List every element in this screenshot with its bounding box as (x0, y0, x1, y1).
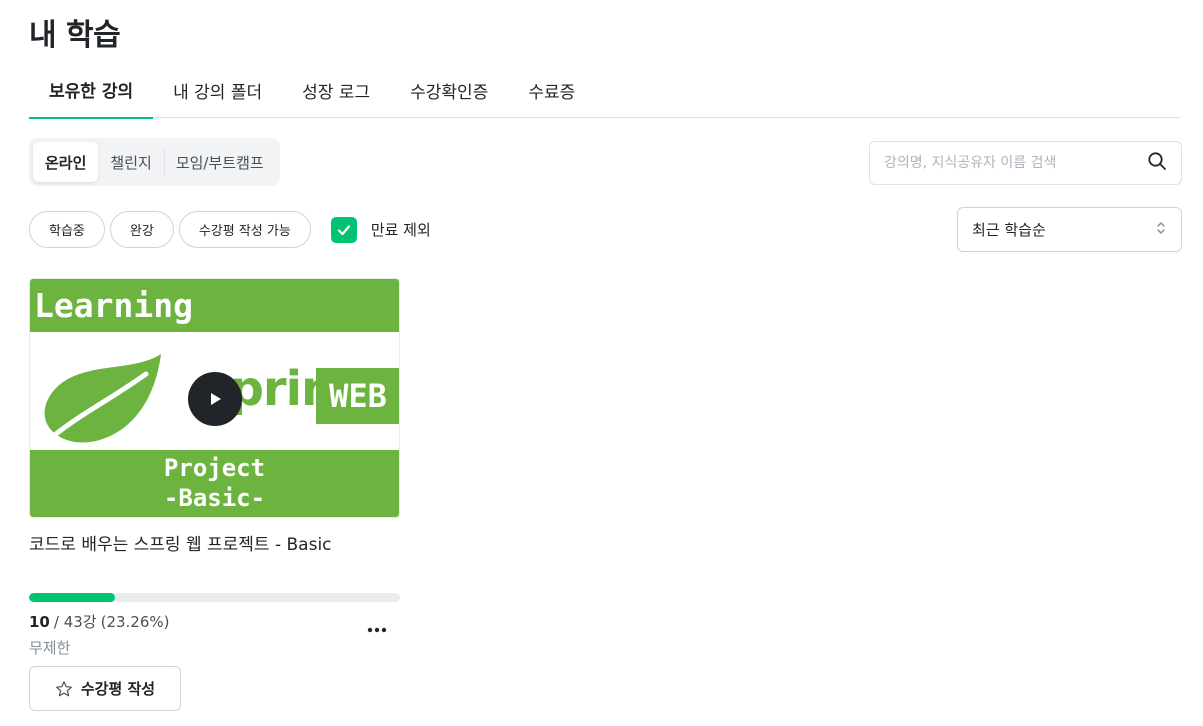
tab-growth-log[interactable]: 성장 로그 (282, 62, 390, 118)
access-period: 무제한 (29, 639, 71, 657)
write-review-button[interactable]: 수강평 작성 (29, 666, 181, 711)
check-icon (337, 224, 350, 235)
star-icon (55, 680, 72, 696)
completed-count: 10 (29, 613, 50, 631)
tab-course-folder[interactable]: 내 강의 폴더 (153, 62, 282, 118)
search-box (869, 141, 1182, 185)
thumbnail-top-text: Learning (34, 286, 193, 325)
course-type-segment: 온라인 챌린지 모임/부트캠프 (29, 138, 280, 186)
play-button[interactable] (188, 372, 242, 426)
filter-chips: 학습중 완강 수강평 작성 가능 만료 제외 (29, 211, 431, 248)
total-lectures: / 43강 (53, 613, 97, 631)
spring-leaf-logo (44, 354, 161, 443)
thumbnail-bottom-band: Project -Basic- (30, 450, 399, 517)
exclude-expired-label: 만료 제외 (370, 221, 431, 239)
course-card: Learning spring WEB Project -Basic- 코드로 … (29, 278, 400, 711)
exclude-expired-toggle[interactable]: 만료 제외 (330, 216, 431, 243)
exclude-expired-checkbox[interactable] (330, 216, 357, 243)
main-tabs: 보유한 강의 내 강의 폴더 성장 로그 수강확인증 수료증 (29, 62, 1181, 119)
sort-label: 최근 학습순 (972, 221, 1046, 239)
chip-reviewable[interactable]: 수강평 작성 가능 (178, 211, 311, 248)
segment-bootcamp[interactable]: 모임/부트캠프 (163, 142, 276, 182)
thumbnail-badge: WEB (316, 368, 399, 424)
progress-percent: (23.26%) (100, 613, 170, 631)
segment-challenge[interactable]: 챌린지 (98, 142, 163, 182)
more-options-icon[interactable] (365, 618, 389, 642)
thumbnail-bottom-line1: Project (163, 454, 266, 482)
progress-bar (29, 593, 400, 602)
chip-in-progress[interactable]: 학습중 (29, 211, 105, 248)
search-icon[interactable] (1147, 151, 1167, 175)
sort-select[interactable]: 최근 학습순 (957, 207, 1182, 252)
write-review-label: 수강평 작성 (80, 680, 156, 698)
progress-stats: 10 / 43강 (23.26%) (29, 611, 400, 632)
segment-online[interactable]: 온라인 (33, 142, 99, 182)
page-title: 내 학습 (29, 18, 121, 53)
course-thumbnail[interactable]: Learning spring WEB Project -Basic- (29, 278, 400, 518)
tab-enrollment-certificate[interactable]: 수강확인증 (390, 62, 508, 118)
course-title[interactable]: 코드로 배우는 스프링 웹 프로젝트 - Basic (29, 530, 400, 555)
tab-completion-certificate[interactable]: 수료증 (508, 62, 595, 118)
search-input[interactable] (884, 155, 1147, 171)
thumbnail-bottom-line2: -Basic- (163, 484, 266, 512)
chip-completed[interactable]: 완강 (109, 211, 174, 248)
play-icon (211, 393, 221, 405)
tab-owned-courses[interactable]: 보유한 강의 (29, 62, 154, 119)
thumbnail-top-band: Learning (30, 279, 399, 332)
progress-fill (29, 593, 116, 602)
updown-chevron-icon (1155, 220, 1167, 240)
